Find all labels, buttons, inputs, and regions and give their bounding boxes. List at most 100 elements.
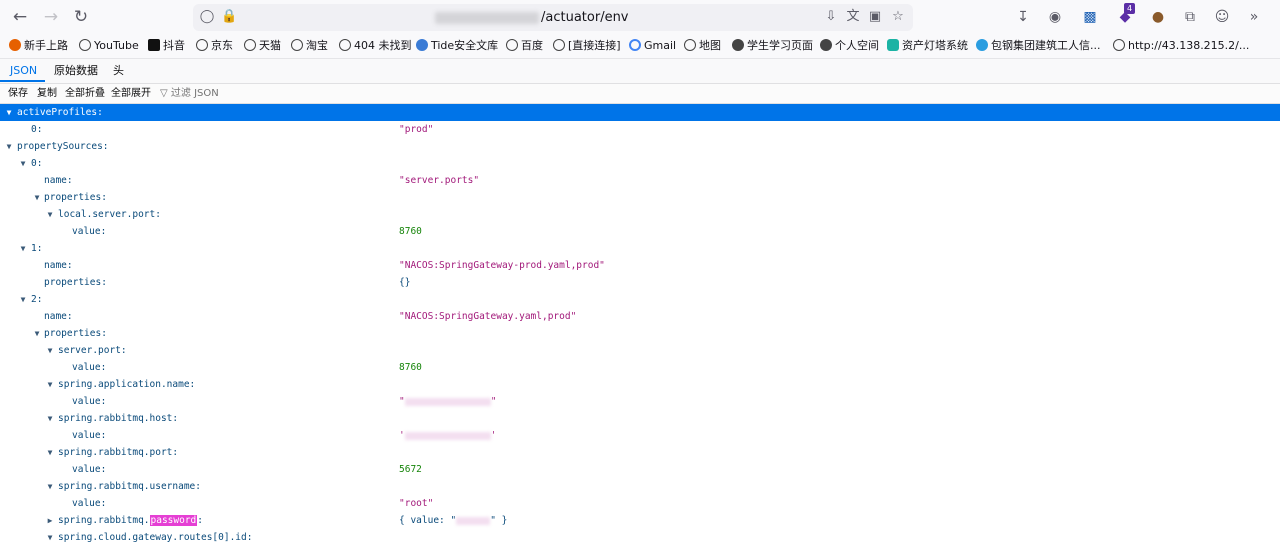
downloads-icon[interactable]: ↧ [1013, 7, 1033, 27]
globe-dark-icon [732, 39, 744, 51]
bookmark-item[interactable]: 学生学习页面 [732, 38, 813, 54]
collapsed-triangle-icon[interactable]: ▶ [45, 512, 55, 529]
bookmark-item[interactable]: Tide安全文库 [416, 38, 498, 54]
redacted-value: { value: " " } [399, 515, 508, 526]
json-row[interactable]: ▼ spring.application.name: [0, 376, 1280, 393]
bookmarks-bar: 新手上路 YouTube 抖音 京东 天猫 淘宝 404 未找到 Tide安全文… [0, 34, 1280, 59]
bookmark-star-icon[interactable]: ☆ [890, 9, 906, 25]
reader-translate-icon[interactable]: ▣ [867, 9, 883, 25]
lock-icon[interactable]: 🔒 [221, 9, 237, 25]
json-row[interactable]: name: "NACOS:SpringGateway-prod.yaml,pro… [0, 257, 1280, 274]
json-row[interactable]: ▼ 0: [0, 155, 1280, 172]
json-row[interactable]: ▼ server.port: [0, 342, 1280, 359]
firefox-icon [9, 39, 21, 51]
tab-headers[interactable]: 头 [113, 63, 124, 79]
json-row[interactable]: ▼ local.server.port: [0, 206, 1280, 223]
expand-triangle-icon[interactable]: ▼ [45, 342, 55, 359]
json-row[interactable]: ▼ activeProfiles: [0, 104, 1280, 121]
json-row[interactable]: value: 5672 [0, 461, 1280, 478]
redacted-value: " " [399, 396, 497, 407]
globe-icon [244, 39, 256, 51]
bookmark-item[interactable]: 包钢集团建筑工人信... [976, 38, 1101, 54]
filter-json-input[interactable]: ▽ 过滤 JSON [160, 87, 219, 100]
json-row[interactable]: ▶ spring.rabbitmq.password: { value: " " … [0, 512, 1280, 529]
bookmark-item[interactable]: 天猫 [244, 38, 281, 54]
bookmark-item[interactable]: 新手上路 [9, 38, 68, 54]
bookmark-item[interactable]: Gmail [629, 38, 676, 54]
url-path: /actuator/env [541, 10, 629, 25]
globe-dark-icon [820, 39, 832, 51]
tab-raw-data[interactable]: 原始数据 [54, 63, 98, 79]
expand-triangle-icon[interactable]: ▼ [45, 444, 55, 461]
expand-triangle-icon[interactable]: ▼ [45, 206, 55, 223]
expand-triangle-icon[interactable]: ▼ [45, 410, 55, 427]
json-row[interactable]: properties: {} [0, 274, 1280, 291]
forward-arrow-icon[interactable]: → [41, 7, 61, 27]
copy-button[interactable]: 复制 [37, 87, 57, 100]
address-bar[interactable]: ◯ 🔒 /actuator/env ⇩ 文 ▣ ☆ [193, 4, 913, 31]
expand-triangle-icon[interactable]: ▼ [4, 138, 14, 155]
json-row[interactable]: 0: "prod" [0, 121, 1280, 138]
bookmark-item[interactable]: YouTube [79, 38, 139, 54]
expand-triangle-icon[interactable]: ▼ [45, 529, 55, 546]
json-row[interactable]: ▼ properties: [0, 189, 1280, 206]
shield-icon[interactable]: ◯ [199, 9, 215, 25]
bookmark-item[interactable]: 资产灯塔系统 [887, 38, 968, 54]
expand-triangle-icon[interactable]: ▼ [32, 325, 42, 342]
json-row[interactable]: ▼ spring.rabbitmq.username: [0, 478, 1280, 495]
google-icon [629, 39, 641, 51]
bookmark-item[interactable]: 京东 [196, 38, 233, 54]
expand-triangle-icon[interactable]: ▼ [18, 155, 28, 172]
json-row[interactable]: ▼ propertySources: [0, 138, 1280, 155]
account-icon[interactable]: ◉ [1045, 7, 1065, 27]
expand-all-button[interactable]: 全部展开 [111, 87, 151, 100]
tide-icon [416, 39, 428, 51]
tab-json[interactable]: JSON [10, 63, 37, 79]
json-row[interactable]: value: 8760 [0, 223, 1280, 240]
save-button[interactable]: 保存 [8, 87, 28, 100]
collapse-all-button[interactable]: 全部折叠 [65, 87, 105, 100]
bookmark-item[interactable]: 404 未找到 [339, 38, 412, 54]
bookmark-item[interactable]: 地图 [684, 38, 721, 54]
json-row[interactable]: ▼ spring.cloud.gateway.routes[0].id: [0, 529, 1280, 546]
download-page-icon[interactable]: ⇩ [823, 9, 839, 25]
expand-triangle-icon[interactable]: ▼ [18, 240, 28, 257]
browser-toolbar: ← → ↻ ◯ 🔒 /actuator/env ⇩ 文 ▣ ☆ ↧ ◉ ▩ ◆ … [0, 0, 1280, 34]
globe-icon [1113, 39, 1125, 51]
json-row[interactable]: ▼ spring.rabbitmq.port: [0, 444, 1280, 461]
bookmark-item[interactable]: 个人空间 [820, 38, 879, 54]
expand-triangle-icon[interactable]: ▼ [45, 478, 55, 495]
reload-icon[interactable]: ↻ [71, 7, 91, 27]
globe-icon [684, 39, 696, 51]
bookmark-item[interactable]: 淘宝 [291, 38, 328, 54]
json-row[interactable]: name: "server.ports" [0, 172, 1280, 189]
json-row[interactable]: ▼ properties: [0, 325, 1280, 342]
extensions-puzzle-icon[interactable]: ⧉ [1180, 7, 1200, 27]
json-row[interactable]: name: "NACOS:SpringGateway.yaml,prod" [0, 308, 1280, 325]
overflow-chevron-icon[interactable]: » [1244, 7, 1264, 27]
panda-extension-icon[interactable]: ☺ [1212, 7, 1232, 27]
globe-icon [196, 39, 208, 51]
json-row[interactable]: ▼ 2: [0, 291, 1280, 308]
json-row[interactable]: value: 8760 [0, 359, 1280, 376]
bookmark-item[interactable]: http://43.138.215.2/... [1113, 38, 1249, 54]
expand-triangle-icon[interactable]: ▼ [45, 376, 55, 393]
expand-triangle-icon[interactable]: ▼ [32, 189, 42, 206]
search-highlight: password [149, 515, 198, 526]
json-row[interactable]: value: "root" [0, 495, 1280, 512]
bookmark-item[interactable]: 抖音 [148, 38, 185, 54]
bookmark-item[interactable]: 百度 [506, 38, 543, 54]
eye-icon [976, 39, 988, 51]
back-arrow-icon[interactable]: ← [10, 7, 30, 27]
cookie-icon[interactable]: ● [1148, 7, 1168, 27]
bookmark-item[interactable]: [直接连接] [553, 38, 621, 54]
expand-triangle-icon[interactable]: ▼ [18, 291, 28, 308]
translate-icon[interactable]: 文 [845, 9, 861, 25]
json-actions-bar: 保存 复制 全部折叠 全部展开 ▽ 过滤 JSON [0, 84, 1280, 104]
expand-triangle-icon[interactable]: ▼ [4, 104, 14, 121]
json-row[interactable]: ▼ 1: [0, 240, 1280, 257]
json-row[interactable]: ▼ spring.rabbitmq.host: [0, 410, 1280, 427]
json-row[interactable]: value: ' ' [0, 427, 1280, 444]
translate-extension-icon[interactable]: ▩ [1080, 7, 1100, 27]
json-row[interactable]: value: " " [0, 393, 1280, 410]
